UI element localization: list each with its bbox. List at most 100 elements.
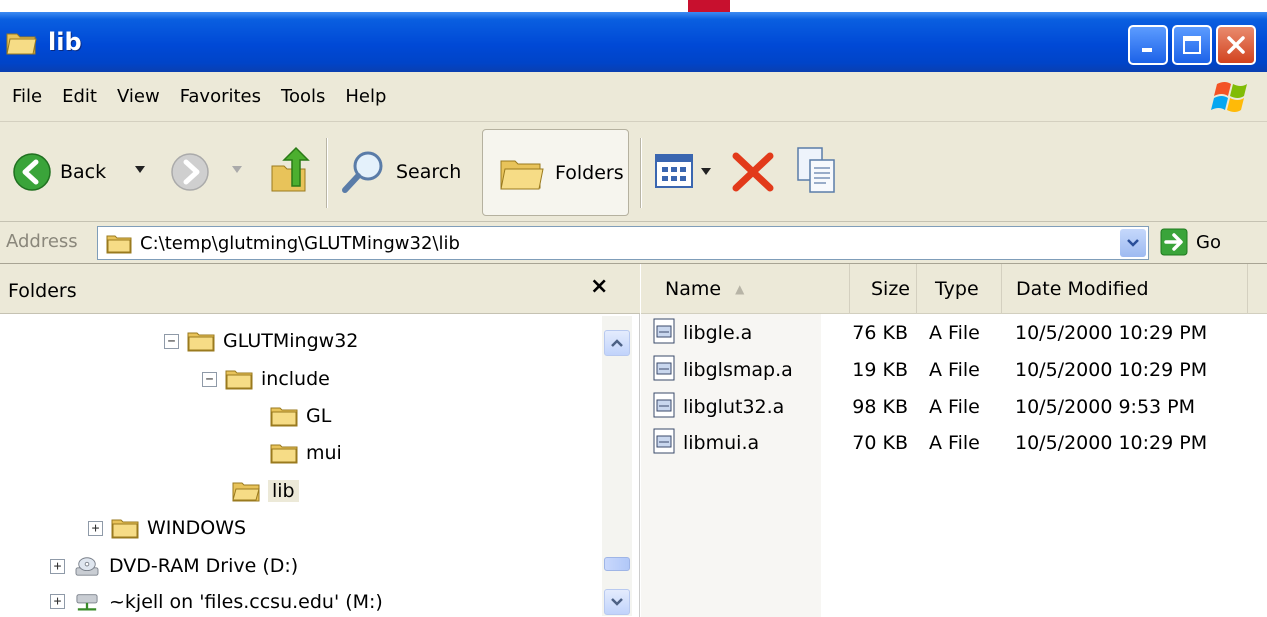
scroll-thumb[interactable] <box>604 557 630 571</box>
chevron-down-icon <box>1127 239 1139 247</box>
file-size: 98 KB <box>852 396 908 418</box>
file-name: libglut32.a <box>683 396 785 418</box>
address-value: C:\temp\glutming\GLUTMingw32\lib <box>140 232 460 254</box>
tree-item-glutmingw32[interactable]: − GLUTMingw32 <box>164 324 358 358</box>
folder-icon <box>6 25 40 59</box>
tree-item-gl[interactable]: GL <box>270 399 331 433</box>
title-bar: lib <box>0 12 1267 72</box>
back-arrow-icon <box>13 153 51 191</box>
file-type: A File <box>929 396 980 418</box>
chevron-up-icon <box>611 339 623 347</box>
tree-item-windows[interactable]: + WINDOWS <box>88 511 246 545</box>
go-button[interactable]: Go <box>1160 228 1221 256</box>
maximize-button[interactable] <box>1172 25 1212 65</box>
menu-view[interactable]: View <box>117 86 160 107</box>
folders-pane-title: Folders <box>8 280 77 302</box>
folders-pane-header: Folders × <box>0 264 640 314</box>
folder-icon <box>225 370 253 390</box>
address-dropdown-button[interactable] <box>1120 229 1146 257</box>
file-icon <box>653 318 675 344</box>
copy-button[interactable] <box>796 146 838 196</box>
forward-arrow-icon <box>171 153 209 191</box>
menu-bar: File Edit View Favorites Tools Help <box>0 72 1267 122</box>
back-dropdown-button[interactable] <box>135 166 145 174</box>
search-button[interactable]: Search <box>340 148 461 196</box>
address-label: Address <box>6 231 78 252</box>
up-folder-icon <box>271 146 310 192</box>
files-list-header: Name ▲ Size Type Date Modified <box>641 264 1267 314</box>
folders-scrollbar[interactable] <box>602 316 632 616</box>
file-type: A File <box>929 359 980 381</box>
tree-item-label: GL <box>306 405 332 427</box>
folders-label: Folders <box>555 161 624 184</box>
file-date: 10/5/2000 10:29 PM <box>1015 359 1208 381</box>
forward-button[interactable] <box>170 152 210 192</box>
dropdown-arrow-icon <box>232 166 242 173</box>
tree-item-dvd-drive[interactable]: + DVD-RAM Drive (D:) <box>50 549 298 583</box>
views-button[interactable] <box>655 154 711 190</box>
menu-help[interactable]: Help <box>345 86 386 107</box>
forward-dropdown-button[interactable] <box>232 166 242 174</box>
column-header-date[interactable]: Date Modified <box>1002 264 1248 314</box>
folders-button[interactable]: Folders <box>482 129 629 216</box>
dropdown-arrow-icon <box>135 166 145 173</box>
go-label: Go <box>1196 231 1221 253</box>
minimize-button[interactable] <box>1128 25 1168 65</box>
column-type-label: Type <box>935 278 979 300</box>
folder-icon <box>106 235 132 254</box>
dvd-drive-icon <box>75 557 99 576</box>
file-name: libglsmap.a <box>683 359 793 381</box>
tree-item-network-drive[interactable]: + ~kjell on 'files.ccsu.edu' (M:) <box>50 586 383 617</box>
column-header-name[interactable]: Name ▲ <box>641 264 850 314</box>
up-folder-button[interactable] <box>268 144 312 196</box>
expand-icon[interactable]: + <box>88 520 103 536</box>
folders-icon <box>500 160 544 189</box>
tree-item-label: DVD-RAM Drive (D:) <box>109 555 299 577</box>
column-header-type[interactable]: Type <box>917 264 1002 314</box>
file-row[interactable]: libgle.a 76 KB A File 10/5/2000 10:29 PM <box>641 316 1267 350</box>
close-button[interactable] <box>1216 25 1256 65</box>
expand-icon[interactable]: + <box>50 594 65 609</box>
menu-tools[interactable]: Tools <box>281 86 325 107</box>
file-date: 10/5/2000 10:29 PM <box>1015 432 1208 454</box>
tree-item-label-selected: lib <box>268 480 299 502</box>
collapse-icon[interactable]: − <box>202 371 217 387</box>
minimize-icon <box>1142 48 1152 52</box>
menu-edit[interactable]: Edit <box>62 86 97 107</box>
search-label: Search <box>396 161 462 183</box>
expand-icon[interactable]: + <box>50 558 65 574</box>
tree-item-lib[interactable]: lib <box>232 474 299 508</box>
tree-item-label: include <box>261 368 330 390</box>
file-icon <box>653 428 675 454</box>
toolbar: Back Search Folders <box>0 122 1267 222</box>
sort-ascending-icon: ▲ <box>735 282 745 296</box>
tree-item-include[interactable]: − include <box>202 362 330 396</box>
folder-icon <box>111 519 139 539</box>
address-input[interactable]: C:\temp\glutming\GLUTMingw32\lib <box>97 226 1149 260</box>
back-button[interactable]: Back <box>12 152 106 192</box>
tree-item-label: mui <box>306 442 342 464</box>
file-icon <box>653 392 675 418</box>
delete-button[interactable] <box>730 150 776 194</box>
dropdown-arrow-icon <box>701 168 711 175</box>
column-date-label: Date Modified <box>1016 278 1149 300</box>
tree-item-mui[interactable]: mui <box>270 436 342 470</box>
file-row[interactable]: libglsmap.a 19 KB A File 10/5/2000 10:29… <box>641 353 1267 387</box>
chevron-down-icon <box>611 598 623 606</box>
tree-item-label: GLUTMingw32 <box>223 330 359 352</box>
file-row[interactable]: libglut32.a 98 KB A File 10/5/2000 9:53 … <box>641 390 1267 424</box>
scroll-up-button[interactable] <box>604 330 630 356</box>
file-row[interactable]: libmui.a 70 KB A File 10/5/2000 10:29 PM <box>641 426 1267 460</box>
folder-icon <box>187 332 215 352</box>
address-bar: Address C:\temp\glutming\GLUTMingw32\lib… <box>0 222 1267 264</box>
menu-favorites[interactable]: Favorites <box>180 86 261 107</box>
folder-icon <box>270 444 298 464</box>
collapse-icon[interactable]: − <box>164 333 179 349</box>
menu-file[interactable]: File <box>12 86 42 107</box>
file-type: A File <box>929 432 980 454</box>
folders-pane-close-button[interactable]: × <box>590 274 608 299</box>
column-header-size[interactable]: Size <box>850 264 917 314</box>
close-icon <box>1227 36 1245 54</box>
file-size: 76 KB <box>852 322 908 344</box>
scroll-down-button[interactable] <box>604 589 630 615</box>
